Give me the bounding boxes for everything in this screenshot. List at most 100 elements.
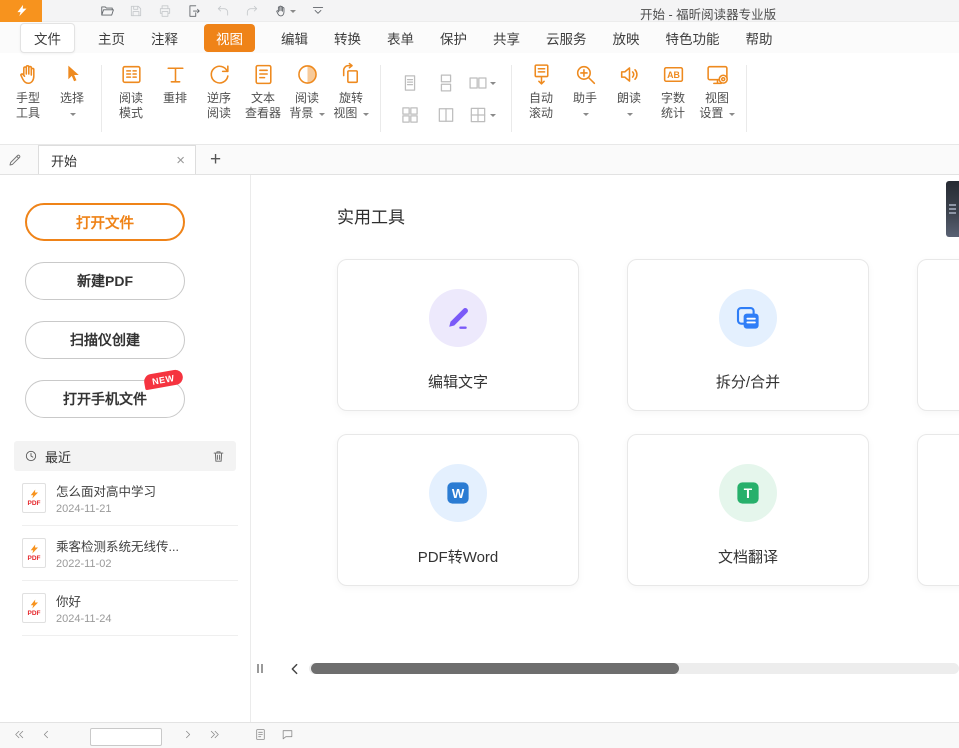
- tab-label: 开始: [51, 151, 174, 170]
- dropdown-caret-icon: [363, 113, 369, 119]
- recent-file-item[interactable]: PDF怎么面对高中学习2024-11-21: [22, 471, 238, 526]
- assistant-icon: [573, 62, 598, 87]
- ribbon-tab-comment[interactable]: 注释: [151, 28, 178, 48]
- ribbon-button-hand-tool[interactable]: 手型工具: [6, 59, 50, 121]
- ribbon-button-page-facing[interactable]: [468, 73, 496, 93]
- ribbon-button-read-aloud[interactable]: 朗读: [607, 59, 651, 121]
- foxit-logo[interactable]: [0, 0, 42, 22]
- ribbon-tab-share[interactable]: 共享: [493, 28, 520, 48]
- pencil-icon[interactable]: [0, 152, 30, 168]
- svg-text:W: W: [452, 486, 465, 501]
- ribbon-button-select-tool[interactable]: 选择: [50, 59, 94, 121]
- sidebar-button-open-file[interactable]: 打开文件: [25, 203, 185, 241]
- tool-word-icon: W: [429, 464, 487, 522]
- file-name: 你好: [56, 591, 111, 610]
- open-folder-button[interactable]: [100, 4, 114, 18]
- word-count-icon: AB: [661, 62, 686, 87]
- cursor-icon: [60, 62, 85, 87]
- scroll-left-button[interactable]: [287, 661, 303, 677]
- recent-file-item[interactable]: PDF你好2024-11-24: [22, 581, 238, 636]
- ribbon-tab-form[interactable]: 表单: [387, 28, 414, 48]
- undo-button[interactable]: [216, 4, 230, 18]
- export-button[interactable]: [187, 4, 201, 18]
- tab-close-button[interactable]: ×: [174, 153, 187, 168]
- ribbon-tab-features[interactable]: 特色功能: [666, 28, 720, 48]
- scrollbar-thumb[interactable]: [311, 663, 679, 674]
- ribbon-button-auto-scroll[interactable]: 自动滚动: [519, 59, 563, 121]
- recent-file-item[interactable]: PDF乘客检测系统无线传...2022-11-02: [22, 526, 238, 581]
- ribbon-button-read-mode[interactable]: 阅读模式: [109, 59, 153, 121]
- ribbon-button-reading-background[interactable]: 阅读背景: [285, 59, 329, 121]
- ribbon-button-view-settings[interactable]: 视图设置: [695, 59, 739, 121]
- ribbon-tab-edit[interactable]: 编辑: [281, 28, 308, 48]
- ribbon-tab-protect[interactable]: 保护: [440, 28, 467, 48]
- save-button[interactable]: [129, 4, 143, 18]
- hand-mode-button[interactable]: [274, 4, 296, 18]
- hand-icon: [16, 62, 41, 87]
- sidebar-button-open-mobile-file[interactable]: 打开手机文件NEW: [25, 380, 185, 418]
- tool-split-icon: [719, 289, 777, 347]
- file-meta: 乘客检测系统无线传...2022-11-02: [56, 536, 179, 570]
- ribbon-button-page-quad[interactable]: [400, 105, 420, 125]
- tool-card-pdf-to-word[interactable]: W PDF转Word: [337, 434, 579, 586]
- tool-label: PDF转Word: [418, 546, 499, 567]
- ribbon-button-text-viewer[interactable]: 文本查看器: [241, 59, 285, 121]
- document-tab-start[interactable]: 开始 ×: [38, 145, 196, 174]
- horizontal-scrollbar[interactable]: [309, 663, 959, 674]
- tool-card-partial[interactable]: [917, 434, 959, 586]
- tool-card-edit-text[interactable]: 编辑文字: [337, 259, 579, 411]
- customize-toolbar-button[interactable]: [311, 4, 325, 18]
- ribbon-tab-cloud[interactable]: 云服务: [546, 28, 587, 48]
- new-tab-button[interactable]: +: [210, 150, 221, 169]
- foxit-mark-icon: [28, 598, 40, 610]
- new-badge: NEW: [142, 369, 183, 390]
- ribbon-button-page-single[interactable]: [400, 73, 420, 93]
- page-split-icon: [436, 105, 456, 125]
- tools-grid: 编辑文字拆分/合并 W PDF转Word T文档翻译: [337, 259, 959, 586]
- ribbon-tab-help[interactable]: 帮助: [746, 28, 773, 48]
- tool-label: 文档翻译: [718, 546, 778, 567]
- ribbon-tab-home[interactable]: 主页: [98, 28, 125, 48]
- print-button[interactable]: [158, 4, 172, 18]
- ribbon-tab-slideshow[interactable]: 放映: [613, 28, 640, 48]
- ribbon-button-label: 朗读: [617, 91, 641, 121]
- ribbon-button-label: 重排: [163, 91, 187, 106]
- page-number-input[interactable]: [90, 728, 162, 746]
- ribbon-tab-file[interactable]: 文件: [20, 23, 75, 53]
- ribbon-button-label: 字数统计: [661, 91, 685, 121]
- page-scroll-indicator[interactable]: [946, 181, 959, 237]
- rotate-icon: [339, 62, 364, 87]
- ribbon-button-reflow[interactable]: 重排: [153, 59, 197, 106]
- undo-icon: [216, 4, 230, 18]
- ribbon-tab-view[interactable]: 视图: [204, 24, 255, 52]
- tool-card-split-merge[interactable]: 拆分/合并: [627, 259, 869, 411]
- ribbon-button-rotate-view[interactable]: 旋转视图: [329, 59, 373, 121]
- ribbon-button-page-split[interactable]: [436, 105, 456, 125]
- ribbon-tab-convert[interactable]: 转换: [334, 28, 361, 48]
- tool-card-partial[interactable]: [917, 259, 959, 411]
- status-bar: [0, 722, 959, 748]
- ribbon-button-page-continuous[interactable]: [436, 73, 456, 93]
- sidebar-button-new-pdf[interactable]: 新建PDF: [25, 262, 185, 300]
- page-grid-icon: [468, 105, 488, 125]
- page-facing-icon: [468, 73, 488, 93]
- ribbon-group: 手型工具选择: [2, 57, 98, 140]
- ribbon-group: 自动滚动助手朗读 AB 字数统计视图设置: [515, 57, 743, 140]
- ribbon-button-page-layout[interactable]: [468, 105, 496, 125]
- section-title: 实用工具: [337, 203, 959, 228]
- sidebar-button-scanner-create[interactable]: 扫描仪创建: [25, 321, 185, 359]
- foxit-logo-icon: [14, 3, 29, 18]
- ribbon-button-word-count[interactable]: AB 字数统计: [651, 59, 695, 121]
- foxit-reader-window: 开始 - 福昕阅读器专业版 文件主页注释视图编辑转换表单保护共享云服务放映特色功…: [0, 0, 959, 736]
- ribbon-button-reverse-reading[interactable]: 逆序阅读: [197, 59, 241, 121]
- redo-button[interactable]: [245, 4, 259, 18]
- print-icon: [158, 4, 172, 18]
- button-label: 扫描仪创建: [70, 332, 140, 348]
- tool-card-doc-translate[interactable]: T文档翻译: [627, 434, 869, 586]
- trash-icon[interactable]: [211, 449, 226, 464]
- pdf-label: PDF: [28, 501, 41, 508]
- splitter-grip[interactable]: [257, 664, 263, 673]
- ribbon-button-assistant[interactable]: 助手: [563, 59, 607, 121]
- ribbon-tab-bar: 文件 主页 注释 视图 编辑 转换 表单 保护 共享 云服务 放映 特色功能 帮助: [0, 22, 959, 53]
- ribbon-separator: [746, 65, 747, 132]
